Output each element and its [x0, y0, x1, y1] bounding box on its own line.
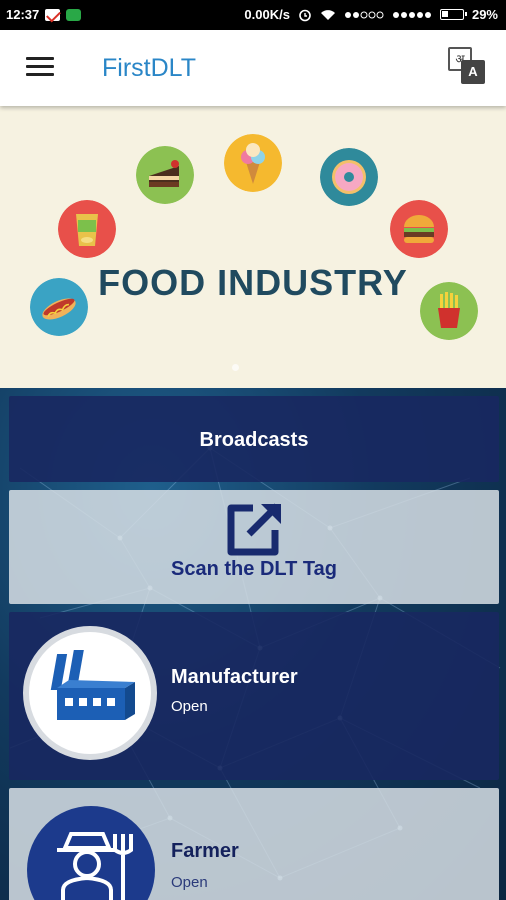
broadcasts-label: Broadcasts — [199, 429, 309, 451]
donut-icon — [320, 148, 378, 206]
manufacturer-title: Manufacturer — [171, 666, 298, 688]
gmail-icon — [45, 8, 61, 21]
farmer-icon — [57, 832, 133, 900]
farmer-card[interactable]: Farmer Open — [9, 788, 499, 900]
translate-icon[interactable]: अ A — [448, 47, 486, 85]
wifi-icon — [320, 9, 335, 20]
signal-icon — [392, 11, 431, 18]
status-time: 12:37 — [6, 7, 40, 22]
carousel-dot — [232, 364, 239, 371]
ice-cream-icon — [224, 134, 282, 192]
translate-front-glyph: A — [461, 60, 485, 84]
food-industry-banner[interactable]: FOOD INDUSTRY — [0, 106, 506, 388]
farmer-avatar — [27, 806, 155, 900]
status-bar: 12:37 0.00K/s 29% — [0, 0, 506, 30]
app-notification-icon — [66, 8, 82, 21]
main-content: Broadcasts Scan the DLT Tag Manufacturer… — [0, 388, 506, 900]
signal-icon — [344, 11, 384, 18]
farmer-status: Open — [171, 874, 208, 891]
alarm-icon — [299, 9, 311, 21]
manufacturer-avatar — [23, 626, 157, 760]
broadcasts-card[interactable]: Broadcasts — [9, 396, 499, 482]
open-external-icon — [227, 503, 281, 556]
burger-icon — [390, 200, 448, 258]
hamburger-menu-icon[interactable] — [26, 57, 54, 77]
banner-title: FOOD INDUSTRY — [98, 262, 408, 303]
network-speed: 0.00K/s — [244, 7, 290, 22]
factory-icon — [50, 650, 135, 720]
chips-icon — [58, 200, 116, 258]
app-bar: FirstDLT अ A — [0, 30, 506, 106]
manufacturer-status: Open — [171, 698, 208, 715]
cake-icon — [136, 146, 194, 204]
scan-dlt-tag-card[interactable]: Scan the DLT Tag — [9, 490, 499, 604]
scan-label: Scan the DLT Tag — [171, 558, 337, 580]
battery-level: 29% — [471, 7, 498, 22]
app-title: FirstDLT — [102, 54, 196, 82]
farmer-title: Farmer — [171, 840, 239, 862]
battery-icon — [439, 9, 467, 20]
manufacturer-card[interactable]: Manufacturer Open — [9, 612, 499, 780]
